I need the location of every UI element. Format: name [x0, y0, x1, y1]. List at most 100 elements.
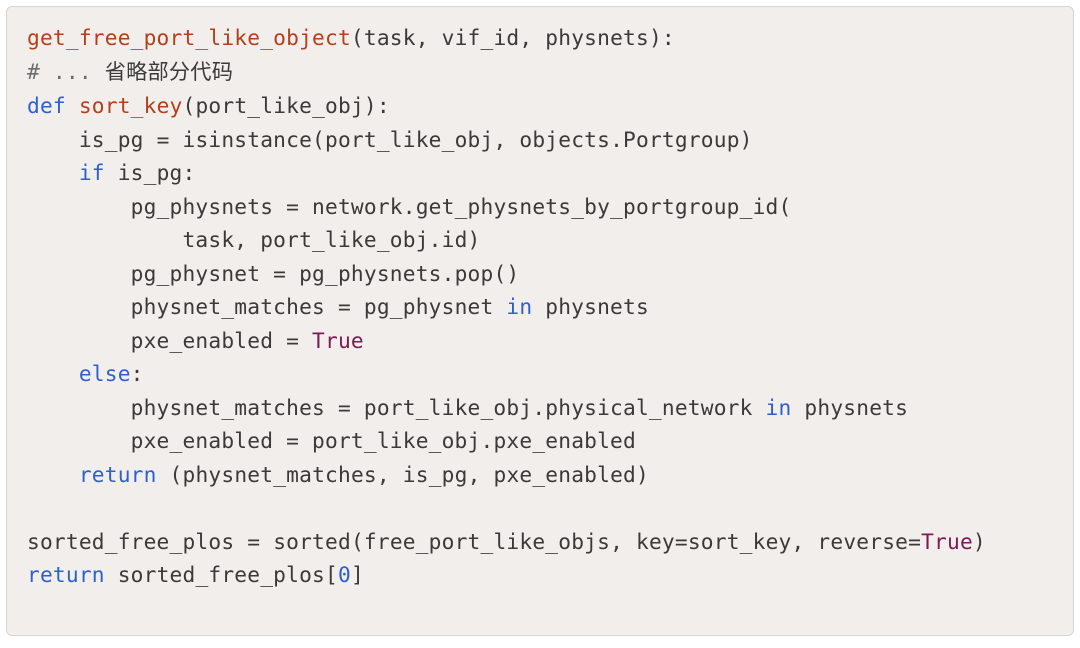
code-token: = [157, 127, 183, 152]
code-line: def sort_key(port_like_obj): [27, 93, 390, 118]
code-token: physnets [791, 395, 908, 420]
code-token: sorted_free_plos [27, 529, 247, 554]
code-token: ] [351, 562, 364, 587]
code-token: in [506, 294, 532, 319]
code-token: task [27, 227, 234, 252]
code-token: ) [740, 127, 753, 152]
code-token: : [377, 93, 390, 118]
code-token: sorted [273, 529, 351, 554]
code-token: = [286, 194, 312, 219]
code-token: pg_physnet [27, 261, 273, 286]
code-line: pxe_enabled = port_like_obj.pxe_enabled [27, 428, 636, 453]
code-token: sort_key [688, 529, 792, 554]
code-line: task, port_like_obj.id) [27, 227, 481, 252]
code-token: port_like_obj [312, 428, 480, 453]
code-token: physnets [532, 294, 649, 319]
code-token: 省略部分代码 [105, 61, 233, 84]
code-token: , [493, 127, 519, 152]
code-token: port_like_obj [364, 395, 532, 420]
code-token: port_like_obj [195, 93, 363, 118]
code-token: is_pg [27, 127, 157, 152]
code-token [157, 462, 170, 487]
code-token: pg_physnet [364, 294, 507, 319]
code-token: is_pg [403, 462, 468, 487]
code-token: , [792, 529, 818, 554]
code-token: = [286, 428, 312, 453]
code-block: get_free_port_like_object(task, vif_id, … [6, 6, 1074, 636]
code-token: ) [468, 227, 481, 252]
code-line: else: [27, 361, 144, 386]
code-token: objects [519, 127, 610, 152]
code-token: get_physnets_by_portgroup_id [416, 194, 779, 219]
code-line: pg_physnets = network.get_physnets_by_po… [27, 194, 791, 219]
code-token: physical_network [545, 395, 765, 420]
code-token: pxe_enabled [493, 462, 636, 487]
code-line: pg_physnet = pg_physnets.pop() [27, 261, 519, 286]
code-token: get_free_port_like_object [27, 25, 351, 50]
code-token: = [338, 395, 364, 420]
code-token [27, 160, 79, 185]
code-line: if is_pg: [27, 160, 195, 185]
code-token: . [480, 428, 493, 453]
code-token: ) [364, 93, 377, 118]
code-token: = [675, 529, 688, 554]
code-token: ( [183, 93, 196, 118]
code-token: def [27, 93, 66, 118]
code-token: , [234, 227, 260, 252]
code-token: reverse [817, 529, 908, 554]
code-token: . [532, 395, 545, 420]
code-token: sort_key [79, 93, 183, 118]
code-token: ( [779, 194, 792, 219]
code-token: physnet_matches [183, 462, 377, 487]
code-token: is_pg [105, 160, 183, 185]
code-token: pxe_enabled [27, 428, 286, 453]
code-token: True [921, 529, 973, 554]
code-token: = [286, 328, 312, 353]
code-token: key [636, 529, 675, 554]
code-token: return [27, 562, 105, 587]
code-token: , [416, 25, 442, 50]
code-token: ( [312, 127, 325, 152]
code-token: 0 [338, 562, 351, 587]
code-token: = [273, 261, 299, 286]
code-token: : [662, 25, 675, 50]
code-token: , [519, 25, 545, 50]
code-line: physnet_matches = port_like_obj.physical… [27, 395, 908, 420]
code-token: pop [455, 261, 494, 286]
code-token [66, 93, 79, 118]
code-token: network [312, 194, 403, 219]
code-token: ) [649, 25, 662, 50]
code-token: = [247, 529, 273, 554]
code-token: Portgroup [623, 127, 740, 152]
code-token: pg_physnets [27, 194, 286, 219]
code-token: : [183, 160, 196, 185]
code-token [27, 361, 79, 386]
code-token: pxe_enabled [27, 328, 286, 353]
code-token: . [610, 127, 623, 152]
code-token: ) [636, 462, 649, 487]
code-token: pxe_enabled [493, 428, 636, 453]
code-token: ( [351, 25, 364, 50]
code-token: . [403, 194, 416, 219]
code-token: True [312, 328, 364, 353]
code-line: pxe_enabled = True [27, 328, 364, 353]
code-token: : [131, 361, 144, 386]
code-token: if [79, 160, 105, 185]
code-token: ) [973, 529, 986, 554]
code-token: port_like_obj [260, 227, 428, 252]
code-token: sorted_free_plos [105, 562, 325, 587]
code-token: physnet_matches [27, 395, 338, 420]
code-line: return sorted_free_plos[0] [27, 562, 364, 587]
code-token: else [79, 361, 131, 386]
code-token: ( [170, 462, 183, 487]
code-token: # ... [27, 59, 105, 84]
code-token: vif_id [442, 25, 520, 50]
code-line: # ... 省略部分代码 [27, 59, 233, 84]
code-line: return (physnet_matches, is_pg, pxe_enab… [27, 462, 649, 487]
code-token: physnet_matches [27, 294, 338, 319]
code-token: pg_physnets [299, 261, 442, 286]
code-token: [ [325, 562, 338, 587]
code-token: return [79, 462, 157, 487]
code-token: task [364, 25, 416, 50]
code-token [27, 462, 79, 487]
